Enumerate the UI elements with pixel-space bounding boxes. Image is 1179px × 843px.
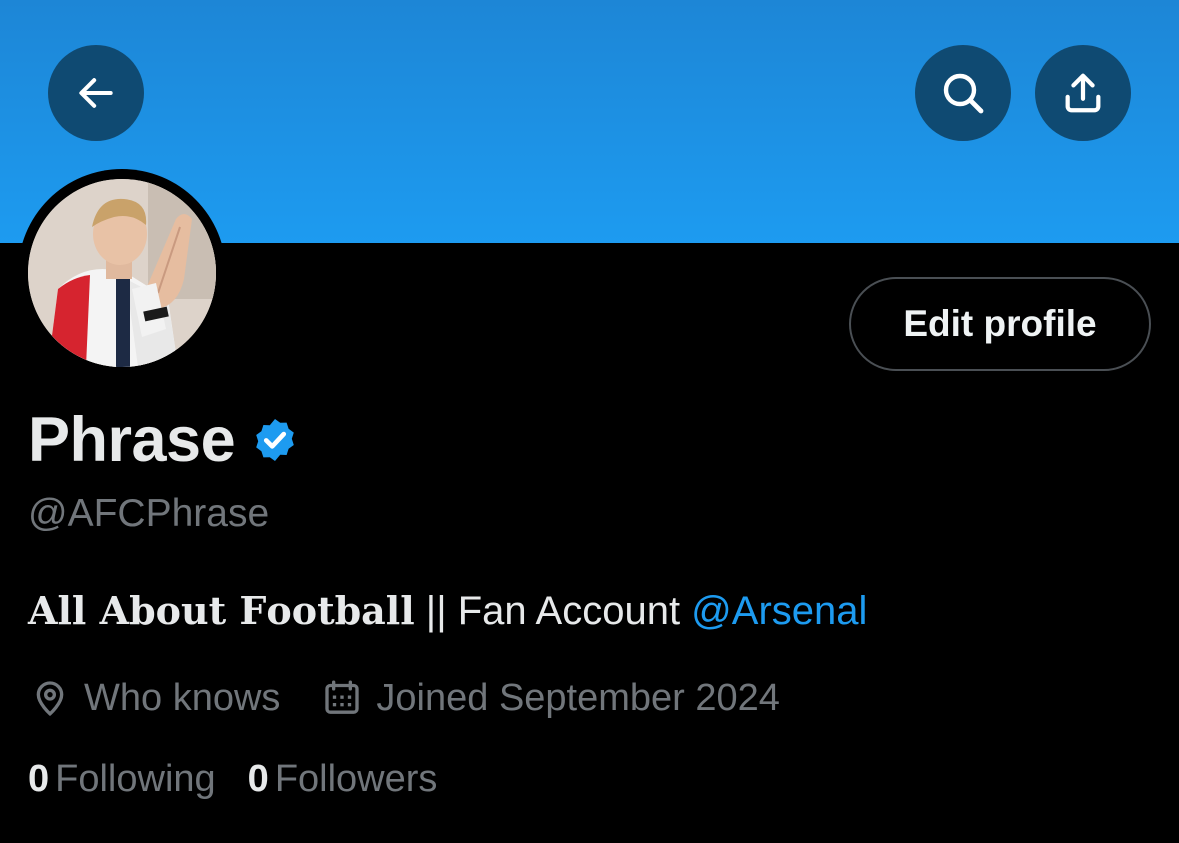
search-icon: [943, 73, 984, 114]
bio-plain-text: || Fan Account: [414, 589, 692, 633]
share-button[interactable]: [1035, 45, 1131, 141]
location-item: Who knows: [30, 677, 280, 720]
profile-page: Edit profile Phrase @AFCPhrase 𝐀𝐥𝐥 𝐀𝐛𝐨𝐮𝐭…: [0, 0, 1179, 843]
followers-label: Followers: [274, 758, 438, 800]
joined-item: Joined September 2024: [322, 677, 780, 720]
user-handle: @AFCPhrase: [28, 492, 270, 535]
location-text: Who knows: [84, 676, 281, 719]
following-label: Following: [55, 758, 216, 800]
location-pin-icon: [36, 681, 64, 717]
following-link[interactable]: 0 Following: [28, 758, 216, 801]
name-row: Phrase: [28, 404, 299, 476]
profile-bio: 𝐀𝐥𝐥 𝐀𝐛𝐨𝐮𝐭 𝐅𝐨𝐨𝐭𝐛𝐚𝐥𝐥 || Fan Account @Arsen…: [28, 588, 867, 634]
avatar-photo: [28, 179, 216, 367]
share-upload-icon: [1065, 73, 1101, 113]
followers-link[interactable]: 0 Followers: [248, 758, 438, 801]
bio-styled-text: 𝐀𝐥𝐥 𝐀𝐛𝐨𝐮𝐭 𝐅𝐨𝐨𝐭𝐛𝐚𝐥𝐥: [28, 588, 415, 633]
followers-count: 0: [247, 758, 269, 800]
display-name: Phrase: [28, 405, 236, 475]
following-count: 0: [28, 758, 50, 800]
calendar-icon: [325, 680, 360, 714]
follow-stats: 0 Following 0 Followers: [28, 758, 437, 801]
verified-badge-icon[interactable]: [251, 416, 299, 464]
avatar[interactable]: [28, 179, 216, 367]
joined-text: Joined September 2024: [376, 676, 780, 719]
bio-mention-link[interactable]: @Arsenal: [691, 589, 867, 633]
profile-meta: Who knows Joined September 2024: [30, 672, 780, 724]
arrow-left-icon: [79, 78, 113, 108]
back-button[interactable]: [48, 45, 144, 141]
edit-profile-button[interactable]: Edit profile: [849, 277, 1151, 371]
search-button[interactable]: [915, 45, 1011, 141]
